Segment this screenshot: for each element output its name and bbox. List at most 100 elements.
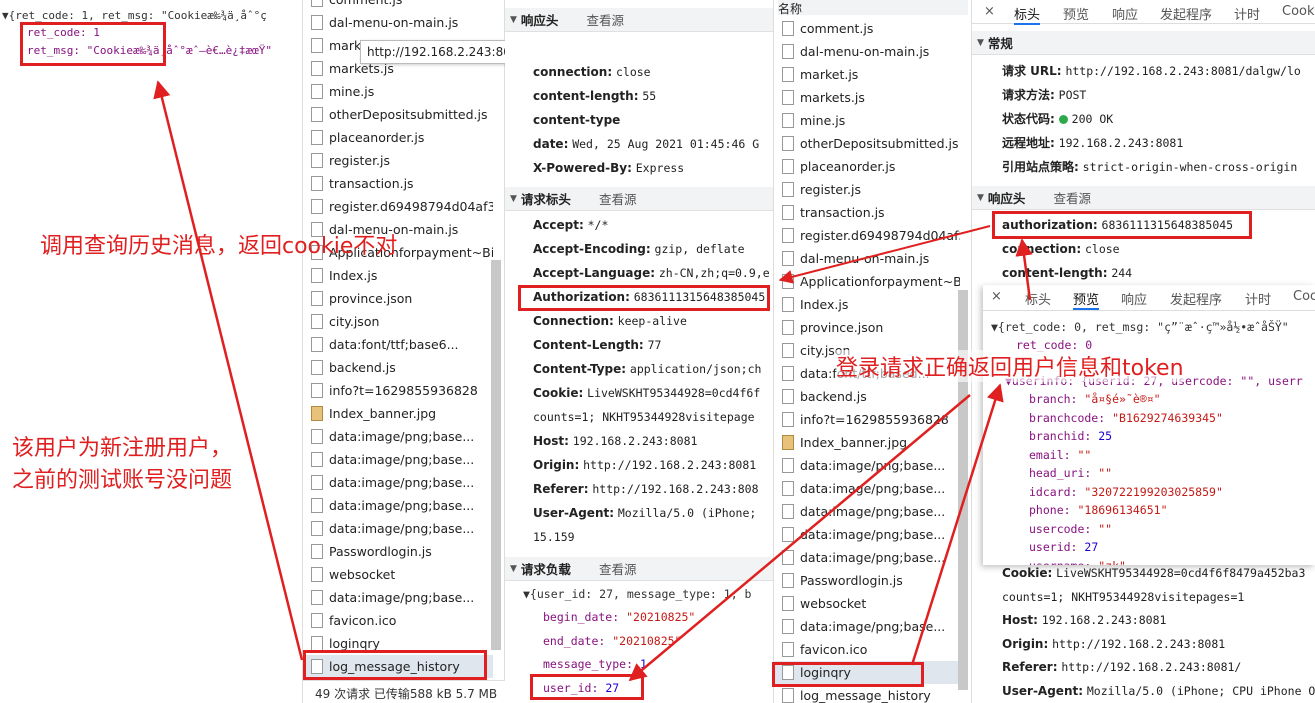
left-file-item[interactable]: mine.js <box>303 80 493 103</box>
right-tab[interactable]: 预览 <box>1063 4 1089 23</box>
right-file-item[interactable]: mine.js <box>774 109 960 132</box>
mid-resp-key: X-Powered-By: <box>533 161 632 175</box>
right-file-item[interactable]: placeanorder.js <box>774 155 960 178</box>
right-general-section[interactable]: ▼ 常规 <box>972 31 1315 55</box>
left-file-item[interactable]: info?t=1629855936828 <box>303 379 493 402</box>
preview-tab[interactable]: 计时 <box>1245 289 1271 308</box>
right-file-item[interactable]: market.js <box>774 63 960 86</box>
right-file-name: backend.js <box>800 389 867 404</box>
mid-req-view-source[interactable]: 查看源 <box>599 189 637 208</box>
mid-resp-view-source[interactable]: 查看源 <box>586 10 624 29</box>
preview-summary[interactable]: ▼{ret_code: 0, ret_msg: "ç”¨æˆ·ç™»å½•æˆå… <box>991 320 1289 334</box>
right-file-item[interactable]: data:image/png;base... <box>774 546 960 569</box>
left-file-item[interactable]: data:image/png;base... <box>303 471 493 494</box>
left-file-item[interactable]: placeanorder.js <box>303 126 493 149</box>
preview-row: idcard: "320722199203025859" <box>1029 485 1223 499</box>
right-tab[interactable]: Cook <box>1282 4 1315 19</box>
right-file-item[interactable]: Index_banner.jpg <box>774 431 960 454</box>
right-file-item[interactable]: Index.js <box>774 293 960 316</box>
right-resp-header-section[interactable]: ▼ 响应头 查看源 <box>972 186 1315 210</box>
file-icon <box>782 389 794 404</box>
left-file-item[interactable]: city.json <box>303 310 493 333</box>
right-tab[interactable]: 响应 <box>1112 4 1138 23</box>
left-file-item[interactable]: data:font/ttf;base6... <box>303 333 493 356</box>
left-file-name: mine.js <box>329 84 375 99</box>
right-file-item[interactable]: backend.js <box>774 385 960 408</box>
right-gen-value: 200 OK <box>1071 112 1114 126</box>
right-file-item[interactable]: dal-menu-on-main.js <box>774 40 960 63</box>
left-file-item[interactable]: data:image/png;base... <box>303 517 493 540</box>
preview-key: idcard: <box>1029 484 1078 499</box>
right-file-item[interactable]: data:image/png;base... <box>774 477 960 500</box>
left-json-summary[interactable]: ▼{ret_code: 1, ret_msg: "Cookieæ‰¾ä¸åˆ°ç <box>2 9 267 22</box>
right-file-item[interactable]: info?t=1629855936828 <box>774 408 960 431</box>
right-file-item[interactable]: markets.js <box>774 86 960 109</box>
right-file-item[interactable]: otherDepositsubmitted.js <box>774 132 960 155</box>
right-file-item[interactable]: transaction.js <box>774 201 960 224</box>
right-file-item[interactable]: data:image/png;base... <box>774 615 960 638</box>
preview-tabs-bar: × 标头 预览 响应 发起程序 计时 Coo <box>983 285 1315 311</box>
preview-tab[interactable]: 响应 <box>1121 289 1147 308</box>
right-tab[interactable]: 发起程序 <box>1160 4 1212 23</box>
right-file-item[interactable]: register.js <box>774 178 960 201</box>
right-file-item[interactable]: province.json <box>774 316 960 339</box>
right-tab[interactable]: 标头 <box>1014 4 1041 25</box>
file-icon <box>782 21 794 36</box>
mid-payload-summary[interactable]: ▼{user_id: 27, message_type: 1, b <box>523 587 751 601</box>
right-file-name: data:image/png;base... <box>800 550 946 565</box>
mid-payload-view-source[interactable]: 查看源 <box>599 559 637 578</box>
right-file-item[interactable]: websocket <box>774 592 960 615</box>
left-file-item[interactable]: Passwordlogin.js <box>303 540 493 563</box>
right-resp-row: content-length: 244 <box>1002 266 1132 280</box>
right-lower-key: Host: <box>1002 613 1038 627</box>
right-file-name: Index.js <box>800 297 849 312</box>
left-scrollbar[interactable] <box>491 260 501 650</box>
left-file-item[interactable]: backend.js <box>303 356 493 379</box>
left-file-item[interactable]: register.js <box>303 149 493 172</box>
left-file-item[interactable]: dal-menu-on-main.js <box>303 11 493 34</box>
mid-payload-section[interactable]: ▼ 请求负载 查看源 <box>505 557 773 581</box>
right-file-item[interactable]: favicon.ico <box>774 638 960 661</box>
left-file-item[interactable]: register.d69498794d04af3c <box>303 195 493 218</box>
right-file-item[interactable]: Applicationforpayment~Bi. <box>774 270 960 293</box>
left-file-name: data:image/png;base... <box>329 498 475 513</box>
left-file-item[interactable]: data:image/png;base... <box>303 494 493 517</box>
right-lower-row: Referer: http://192.168.2.243:8081/ <box>1002 660 1241 674</box>
left-file-item[interactable]: Index.js <box>303 264 493 287</box>
mid-req-header-section[interactable]: ▼ 请求标头 查看源 <box>505 187 773 211</box>
right-close-icon[interactable]: × <box>984 4 995 19</box>
left-file-item[interactable]: province.json <box>303 287 493 310</box>
preview-value: 25 <box>1098 429 1113 443</box>
mid-req-value: http://192.168.2.243:808 <box>592 482 759 496</box>
preview-tab[interactable]: 发起程序 <box>1170 289 1222 308</box>
left-file-item[interactable]: Index_banner.jpg <box>303 402 493 425</box>
right-tab[interactable]: 计时 <box>1234 4 1260 23</box>
left-file-item[interactable]: data:image/png;base... <box>303 586 493 609</box>
mid-payload-key: message_type: <box>543 657 634 671</box>
right-file-item[interactable]: dal-menu-on-main.js <box>774 247 960 270</box>
right-file-item[interactable]: data:image/png;base... <box>774 500 960 523</box>
highlight-loginqry <box>772 662 924 687</box>
left-file-item[interactable]: otherDepositsubmitted.js <box>303 103 493 126</box>
mid-resp-header-section[interactable]: ▼ 响应头 查看源 <box>505 8 773 32</box>
preview-tab[interactable]: 预览 <box>1073 289 1100 310</box>
left-file-item[interactable]: comment.js <box>303 0 493 11</box>
right-file-item[interactable]: data:image/png;base... <box>774 454 960 477</box>
right-file-item[interactable]: register.d69498794d04af3c <box>774 224 960 247</box>
right-file-item[interactable]: Passwordlogin.js <box>774 569 960 592</box>
left-file-item[interactable]: data:image/png;base... <box>303 448 493 471</box>
file-icon <box>782 366 794 381</box>
left-file-item[interactable]: websocket <box>303 563 493 586</box>
left-file-name: otherDepositsubmitted.js <box>329 107 488 122</box>
right-view-source[interactable]: 查看源 <box>1053 188 1091 207</box>
left-file-item[interactable]: transaction.js <box>303 172 493 195</box>
preview-tab[interactable]: Coo <box>1293 289 1315 304</box>
image-file-icon <box>782 435 794 450</box>
right-file-item[interactable]: comment.js <box>774 17 960 40</box>
right-file-header[interactable]: 名称 <box>778 0 968 16</box>
preview-close-icon[interactable]: × <box>991 289 1002 304</box>
preview-tab[interactable]: 标头 <box>1025 289 1051 308</box>
right-file-item[interactable]: data:image/png;base... <box>774 523 960 546</box>
left-file-item[interactable]: data:image/png;base... <box>303 425 493 448</box>
left-file-item[interactable]: favicon.ico <box>303 609 493 632</box>
